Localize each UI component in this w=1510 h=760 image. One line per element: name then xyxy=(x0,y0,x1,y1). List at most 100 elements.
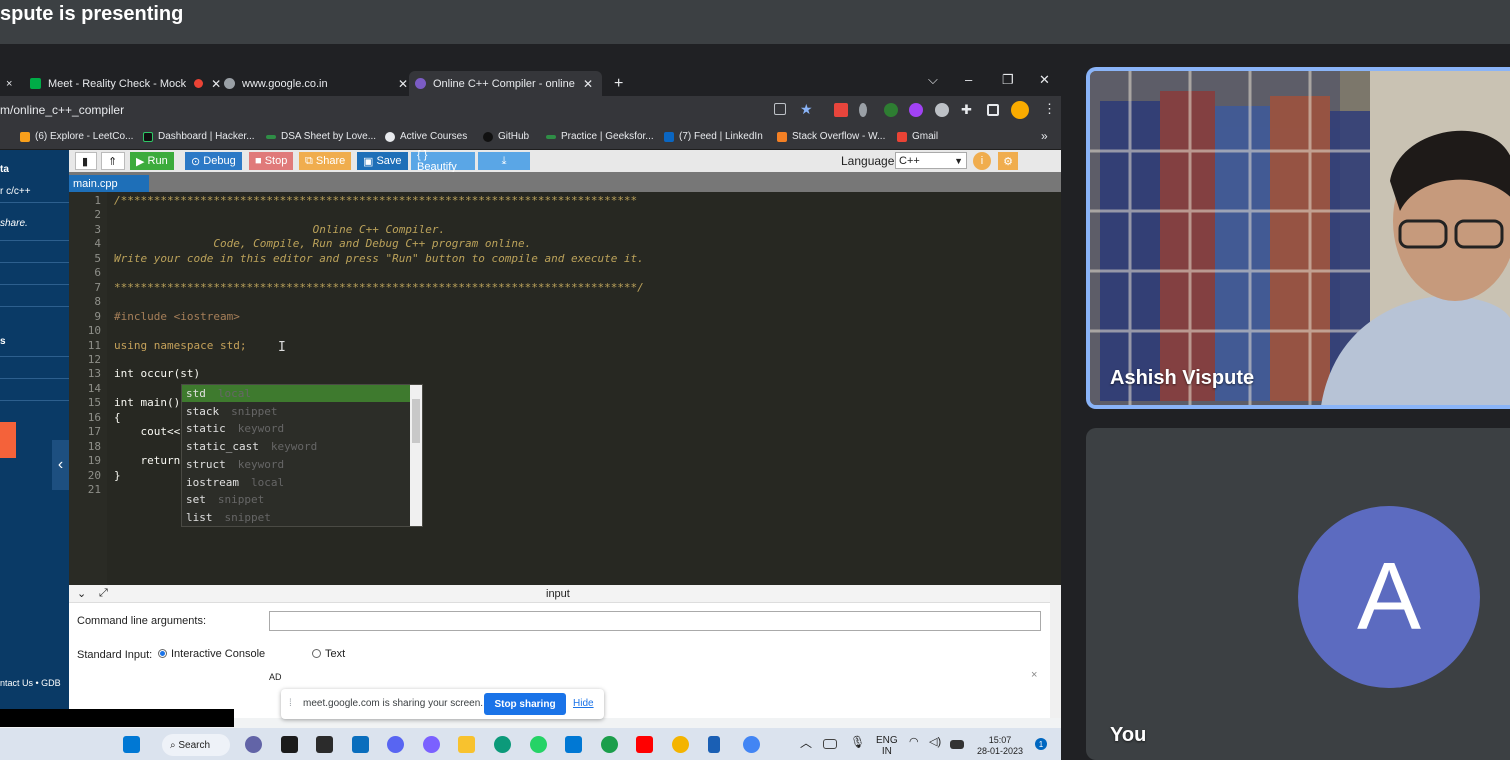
chrome-profile-icon[interactable] xyxy=(743,736,760,753)
volume-icon[interactable]: ◁) xyxy=(929,737,941,748)
tab-previous[interactable]: × xyxy=(0,71,12,96)
youtube-icon[interactable] xyxy=(636,736,653,753)
sidebar-footer-links[interactable]: ntact Us • GDB xyxy=(0,678,61,688)
code-line[interactable]: cout<< xyxy=(114,425,180,438)
bookmark-geeksforgeeks[interactable]: Practice | Geeksfor... xyxy=(546,131,654,142)
code-line[interactable]: { xyxy=(114,411,121,424)
side-panel-icon[interactable] xyxy=(987,104,999,116)
share-button[interactable]: ⧉ Share xyxy=(299,152,352,170)
profile-avatar[interactable] xyxy=(1011,101,1029,119)
autocomplete-item[interactable]: iostream local xyxy=(182,474,410,491)
bookmarks-overflow-icon[interactable]: » xyxy=(1041,129,1048,143)
text-option[interactable]: Text xyxy=(312,648,345,660)
cmd-icon[interactable] xyxy=(316,736,333,753)
sidebar-item[interactable]: ta xyxy=(0,164,9,175)
notification-badge[interactable]: 1 xyxy=(1035,738,1047,750)
chevron-up-icon[interactable]: ︿ xyxy=(800,737,812,749)
maximize-button[interactable]: ❐ xyxy=(1002,72,1014,88)
extension-icon[interactable] xyxy=(859,103,867,117)
code-line[interactable]: int main() xyxy=(114,396,180,409)
wifi-icon[interactable]: ◠ xyxy=(909,737,919,748)
code-line[interactable]: int occur(st) xyxy=(114,367,200,380)
new-file-icon[interactable]: ▮ xyxy=(75,152,97,170)
autocomplete-item[interactable]: stack snippet xyxy=(182,403,410,420)
notepad-icon[interactable] xyxy=(708,736,720,753)
interactive-console-option[interactable]: Interactive Console xyxy=(158,648,265,660)
expand-icon[interactable]: ⤢ xyxy=(99,587,108,600)
desktop-icon[interactable] xyxy=(352,736,369,753)
stop-sharing-button[interactable]: Stop sharing xyxy=(484,693,566,715)
chevron-down-icon[interactable]: ⌄ xyxy=(77,587,86,600)
minimize-button[interactable]: – xyxy=(965,72,972,87)
info-icon[interactable]: i xyxy=(973,152,991,170)
code-line[interactable]: #include <iostream> xyxy=(114,310,240,323)
extension-icon[interactable] xyxy=(909,103,923,117)
close-icon[interactable]: ✕ xyxy=(583,77,593,91)
bookmark-star-icon[interactable]: ★ xyxy=(800,101,814,117)
app-icon[interactable] xyxy=(423,736,440,753)
debug-button[interactable]: ⊙ Debug xyxy=(185,152,242,170)
language-select[interactable]: C++ ▼ xyxy=(895,152,967,169)
bookmark-stackoverflow[interactable]: Stack Overflow - W... xyxy=(777,131,885,142)
tab-search-icon[interactable]: ⌵ xyxy=(928,72,938,88)
edge-icon[interactable] xyxy=(494,736,511,753)
scrollbar-thumb[interactable] xyxy=(412,399,420,443)
autocomplete-item[interactable]: static keyword xyxy=(182,420,410,437)
ad-close-icon[interactable]: × xyxy=(1031,669,1037,681)
bookmark-linkedin[interactable]: (7) Feed | LinkedIn xyxy=(664,131,763,142)
run-button[interactable]: ▶ Run xyxy=(130,152,174,170)
autocomplete-item[interactable]: list snippet xyxy=(182,509,410,526)
code-editor[interactable]: 1 /**************************************… xyxy=(69,192,1061,585)
code-line[interactable]: using namespace std; xyxy=(114,339,246,352)
code-line[interactable]: Write your code in this editor and press… xyxy=(114,252,644,265)
code-line[interactable]: /***************************************… xyxy=(114,194,637,207)
sidebar-item[interactable]: share. xyxy=(0,218,28,229)
keyboard-icon[interactable] xyxy=(823,739,837,749)
beautify-button[interactable]: { } Beautify xyxy=(411,149,475,173)
participant-tile-self[interactable]: A You xyxy=(1086,428,1510,760)
tab-meet[interactable]: Meet - Reality Check - Mock ✕ xyxy=(24,71,221,96)
cmd-args-input[interactable] xyxy=(269,611,1041,631)
sidebar-ad-button[interactable] xyxy=(0,422,16,458)
bookmark-hackerrank[interactable]: Dashboard | Hacker... xyxy=(143,131,255,142)
collapse-sidebar-button[interactable]: ‹ xyxy=(52,440,69,490)
clock[interactable]: 15:07 28-01-2023 xyxy=(972,735,1028,757)
bookmark-github[interactable]: GitHub xyxy=(483,131,529,142)
bookmark-dsa-sheet[interactable]: DSA Sheet by Love... xyxy=(266,131,376,142)
code-line[interactable]: } xyxy=(114,469,121,482)
autocomplete-scrollbar[interactable] xyxy=(410,385,422,526)
bookmark-gmail[interactable]: Gmail xyxy=(897,131,938,142)
file-explorer-icon[interactable] xyxy=(458,736,475,753)
code-line[interactable]: Online C++ Compiler. xyxy=(114,223,445,236)
participant-tile-presenter[interactable]: Ashish Vispute xyxy=(1086,67,1510,409)
windows-start-icon[interactable] xyxy=(123,736,140,753)
battery-icon[interactable] xyxy=(950,740,964,749)
url-field[interactable]: m/online_c++_compiler xyxy=(0,103,124,117)
taskbar-search[interactable]: ⌕ Search xyxy=(162,734,230,756)
language-indicator[interactable]: ENG IN xyxy=(876,735,898,757)
hide-banner-link[interactable]: Hide xyxy=(573,698,594,709)
radio-selected[interactable] xyxy=(158,649,167,658)
app-icon[interactable] xyxy=(601,736,618,753)
whatsapp-icon[interactable] xyxy=(530,736,547,753)
extension-icon[interactable] xyxy=(834,103,848,117)
drag-handle-icon[interactable]: ⁞ xyxy=(289,698,292,709)
radio-unselected[interactable] xyxy=(312,649,321,658)
vscode-icon[interactable] xyxy=(565,736,582,753)
teams-icon[interactable] xyxy=(245,736,262,753)
autocomplete-item[interactable]: set snippet xyxy=(182,491,410,508)
code-line[interactable]: ****************************************… xyxy=(114,281,644,294)
upload-icon[interactable]: ⇑ xyxy=(101,152,125,170)
bookmark-active-courses[interactable]: Active Courses xyxy=(385,131,467,142)
download-icon[interactable]: ⤓ xyxy=(478,152,530,170)
autocomplete-item[interactable]: std local xyxy=(182,385,410,402)
sidebar-item[interactable]: s xyxy=(0,336,6,347)
new-tab-button[interactable]: + xyxy=(608,71,623,96)
window-close-button[interactable]: ✕ xyxy=(1039,72,1050,88)
extension-icon[interactable] xyxy=(935,103,949,117)
discord-icon[interactable] xyxy=(387,736,404,753)
bookmark-leetcode[interactable]: (6) Explore - LeetCo... xyxy=(20,131,133,142)
autocomplete-item[interactable]: struct keyword xyxy=(182,456,410,473)
extensions-puzzle-icon[interactable]: ✚ xyxy=(961,102,975,117)
tab-close-icon[interactable]: × xyxy=(6,78,12,90)
